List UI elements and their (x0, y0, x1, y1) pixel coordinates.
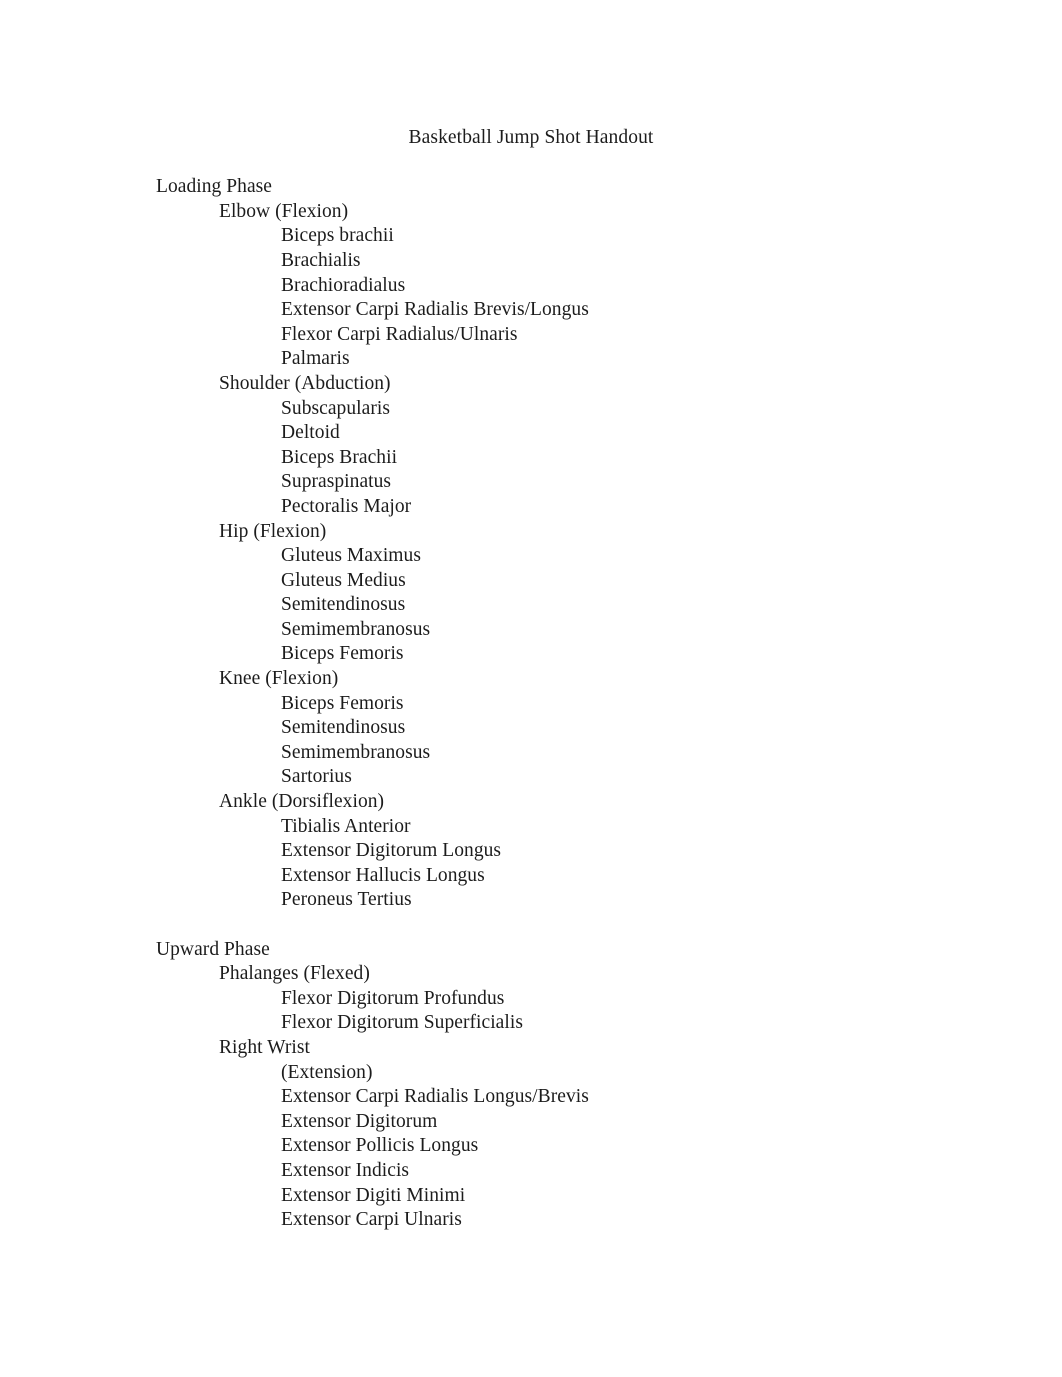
joint-heading: Shoulder (Abduction) (219, 372, 391, 394)
muscle-item: Brachialis (281, 249, 361, 271)
muscle-item: Deltoid (281, 422, 340, 444)
muscle-item: Semimembranosus (281, 618, 431, 640)
document-page: Basketball Jump Shot Handout Loading Pha… (0, 0, 1062, 1377)
muscle-item: Semitendinosus (281, 594, 406, 616)
document-body: Basketball Jump Shot Handout Loading Pha… (0, 0, 1062, 1233)
muscle-item: Extensor Hallucis Longus (281, 864, 485, 886)
muscle-item: Extensor Indicis (281, 1159, 410, 1181)
muscle-item: Gluteus Maximus (281, 545, 421, 567)
phase-heading: Upward Phase (156, 938, 270, 960)
muscle-item: (Extension) (281, 1061, 373, 1083)
muscle-item: Palmaris (281, 348, 350, 370)
muscle-item: Peroneus Tertius (281, 889, 412, 911)
muscle-item: Biceps Femoris (281, 643, 404, 665)
muscle-item: Tibialis Anterior (281, 815, 411, 837)
muscle-item: Semitendinosus (281, 717, 406, 739)
joint-heading: Elbow (Flexion) (219, 200, 349, 222)
muscle-item: Biceps Femoris (281, 692, 404, 714)
muscle-item: Biceps Brachii (281, 446, 398, 468)
muscle-item: Subscapularis (281, 397, 390, 419)
muscle-item: Flexor Carpi Radialus/Ulnaris (281, 323, 518, 345)
phase-heading: Loading Phase (156, 176, 273, 198)
joint-heading: Right Wrist (219, 1036, 310, 1058)
outline-content: Loading Phase Elbow (Flexion) Biceps brach… (0, 175, 1062, 1233)
muscle-item: Extensor Carpi Radialis Longus/Brevis (281, 1086, 589, 1108)
page-title: Basketball Jump Shot Handout (408, 127, 654, 148)
joint-heading: Hip (Flexion) (219, 520, 327, 542)
muscle-item: Brachioradialus (281, 274, 406, 296)
muscle-item: Extensor Digitorum Longus (281, 840, 502, 862)
muscle-item: Extensor Digitorum (281, 1110, 438, 1132)
muscle-item: Extensor Pollicis Longus (281, 1135, 479, 1157)
muscle-item: Sartorius (281, 766, 352, 788)
joint-heading: Ankle (Dorsiflexion) (219, 791, 385, 813)
muscle-item: Flexor Digitorum Superficialis (281, 1012, 523, 1034)
muscle-item: Extensor Digiti Minimi (281, 1184, 466, 1206)
muscle-item: Extensor Carpi Radialis Brevis/Longus (281, 299, 589, 321)
muscle-item: Gluteus Medius (281, 569, 406, 591)
muscle-item: Biceps brachii (281, 225, 394, 247)
muscle-item: Extensor Carpi Ulnaris (281, 1209, 462, 1231)
joint-heading: Knee (Flexion) (219, 668, 339, 690)
muscle-item: Semimembranosus (281, 741, 431, 763)
muscle-item: Flexor Digitorum Profundus (281, 987, 505, 1009)
joint-heading: Phalanges (Flexed) (219, 963, 370, 985)
muscle-item: Pectoralis Major (281, 495, 412, 517)
muscle-item: Supraspinatus (281, 471, 392, 493)
